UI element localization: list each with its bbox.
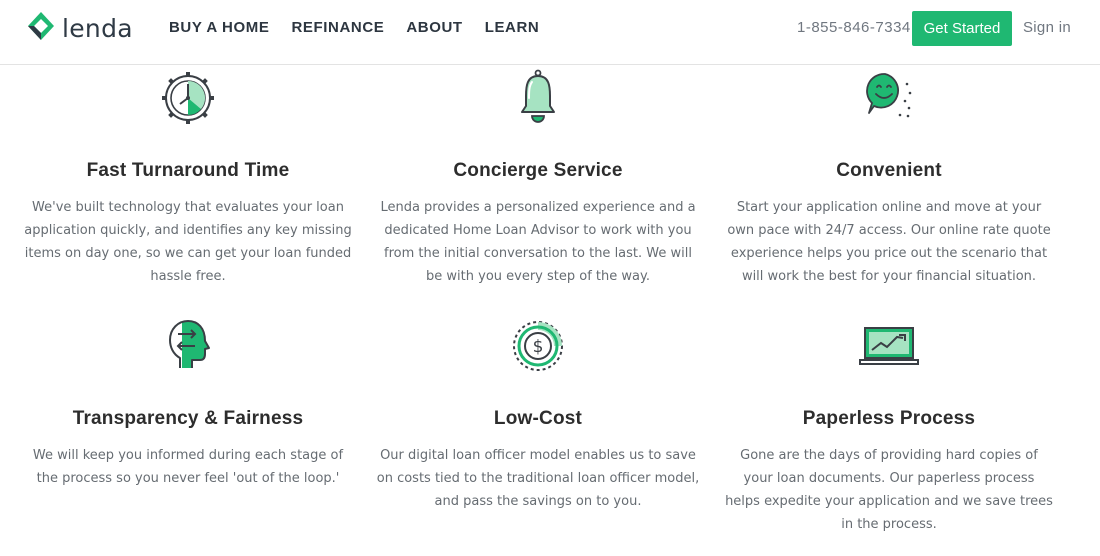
feature-title: Transparency & Fairness xyxy=(72,408,304,429)
feature-card-concierge-service: Concierge Service Lenda provides a perso… xyxy=(368,68,708,298)
feature-description: Start your application online and move a… xyxy=(727,200,1051,284)
nav-link-about[interactable]: ABOUT xyxy=(406,19,462,36)
feature-description: Our digital loan officer model enables u… xyxy=(376,448,700,509)
get-started-button[interactable]: Get Started xyxy=(912,11,1012,46)
dollar-coin-icon: $ xyxy=(513,321,563,371)
feature-description: Lenda provides a personalized experience… xyxy=(380,200,696,284)
logo-text: lenda xyxy=(62,13,133,43)
clock-gear-icon xyxy=(162,72,214,124)
laptop-chart-icon xyxy=(859,327,919,365)
nav-link-learn[interactable]: LEARN xyxy=(485,19,540,36)
feature-card-paperless-process: Paperless Process Gone are the days of p… xyxy=(719,316,1059,546)
feature-title: Fast Turnaround Time xyxy=(86,160,290,181)
nav-link-refinance[interactable]: REFINANCE xyxy=(291,19,384,36)
feature-card-fast-turnaround: Fast Turnaround Time We've built technol… xyxy=(18,68,358,298)
lenda-logo-icon xyxy=(28,12,54,40)
feature-title: Low-Cost xyxy=(493,408,583,429)
main-nav: BUY A HOME REFINANCE ABOUT LEARN xyxy=(169,19,561,36)
svg-text:$: $ xyxy=(533,337,544,357)
smiley-icon xyxy=(866,73,912,118)
feature-description: We will keep you informed during each st… xyxy=(32,448,344,486)
feature-description: We've built technology that evaluates yo… xyxy=(24,200,352,284)
feature-card-low-cost: $ Low-Cost Our digital loan officer mode… xyxy=(368,316,708,546)
feature-title: Convenient xyxy=(836,160,942,181)
top-navbar: lenda BUY A HOME REFINANCE ABOUT LEARN 1… xyxy=(0,0,1100,65)
bell-icon xyxy=(521,69,555,123)
phone-number-link[interactable]: 1-855-846-7334 xyxy=(797,19,911,36)
nav-link-buy-a-home[interactable]: BUY A HOME xyxy=(169,19,269,36)
sign-in-link[interactable]: Sign in xyxy=(1023,19,1071,36)
head-arrows-icon xyxy=(169,320,210,368)
feature-card-convenient: Convenient Start your application online… xyxy=(719,68,1059,298)
lenda-logo[interactable]: lenda xyxy=(26,10,133,46)
feature-title: Concierge Service xyxy=(453,160,623,181)
feature-card-transparency-fairness: Transparency & Fairness We will keep you… xyxy=(18,316,358,546)
feature-title: Paperless Process xyxy=(802,408,976,429)
feature-description: Gone are the days of providing hard copi… xyxy=(725,448,1053,532)
